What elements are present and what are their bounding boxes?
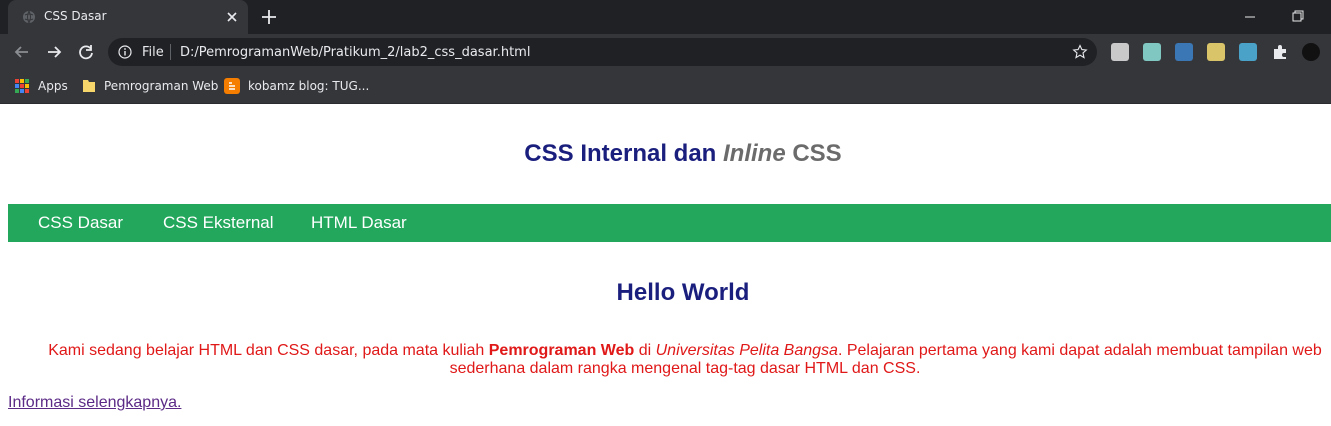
url-scheme-label: File — [142, 45, 164, 60]
globe-icon — [23, 10, 35, 24]
bookmark-pemrograman-web[interactable]: Pemrograman Web — [82, 72, 218, 100]
tab-css-dasar[interactable]: CSS Dasar — [8, 0, 248, 34]
restore-window-icon[interactable] — [1290, 8, 1306, 24]
more-info-link[interactable]: Informasi selengkapnya. — [8, 394, 181, 412]
url-text[interactable]: D:/PemrogramanWeb/Pratikum_2/lab2_css_da… — [180, 45, 530, 60]
hello-heading: Hello World — [616, 279, 750, 306]
bookmark-star-icon[interactable] — [1072, 44, 1088, 60]
bookmark-pemrograman-web-label: Pemrograman Web — [104, 79, 219, 93]
intro-paragraph: Kami sedang belajar HTML dan CSS dasar, … — [40, 342, 1330, 378]
minimize-icon[interactable] — [1242, 9, 1258, 25]
title-part-1: CSS Internal dan — [524, 140, 723, 167]
extension-3-icon[interactable] — [1175, 43, 1193, 61]
nav-link-html-dasar[interactable]: HTML Dasar — [311, 213, 407, 233]
forward-icon[interactable] — [44, 42, 64, 62]
extension-1-icon[interactable] — [1111, 43, 1129, 61]
url-separator — [170, 44, 171, 60]
nav-link-css-eksternal[interactable]: CSS Eksternal — [163, 213, 274, 233]
nav-link-css-dasar[interactable]: CSS Dasar — [38, 213, 123, 233]
title-part-css: CSS — [785, 140, 842, 167]
tab-strip: CSS Dasar — [0, 0, 1331, 34]
bookmarks-bar: Apps Pemrograman Web kobamz blog: TUG... — [0, 70, 1331, 104]
blogger-icon — [224, 78, 240, 94]
bookmark-apps-label: Apps — [38, 79, 68, 93]
extension-5-icon[interactable] — [1239, 43, 1257, 61]
title-part-inline: Inline — [723, 140, 786, 167]
puzzle-extensions-icon[interactable] — [1271, 43, 1289, 61]
address-bar[interactable]: File D:/PemrogramanWeb/Pratikum_2/lab2_c… — [108, 38, 1097, 66]
reload-icon[interactable] — [76, 42, 96, 62]
new-tab-icon[interactable] — [260, 8, 278, 26]
dark-reader-icon[interactable] — [1302, 43, 1320, 61]
bookmark-apps[interactable]: Apps — [14, 72, 68, 100]
extension-4-icon[interactable] — [1207, 43, 1225, 61]
apps-grid-icon — [15, 79, 29, 93]
bookmark-kobamz-blog[interactable]: kobamz blog: TUG... — [224, 72, 369, 100]
folder-icon — [83, 80, 95, 92]
page-content: CSS Internal dan Inline CSS CSS Dasar CS… — [0, 104, 1331, 426]
paragraph-bold-course: Pemrograman Web — [488, 342, 635, 359]
extension-2-icon[interactable] — [1143, 43, 1161, 61]
close-tab-icon[interactable] — [224, 9, 240, 25]
browser-toolbar: File D:/PemrogramanWeb/Pratikum_2/lab2_c… — [0, 34, 1331, 70]
bookmark-kobamz-label: kobamz blog: TUG... — [248, 79, 370, 93]
paragraph-text-1: Kami sedang belajar HTML dan CSS dasar, … — [48, 342, 489, 359]
tab-title: CSS Dasar — [44, 9, 107, 23]
page-title: CSS Internal dan Inline CSS — [0, 140, 1331, 168]
nav-bar: CSS Dasar CSS Eksternal HTML Dasar — [8, 204, 1331, 242]
paragraph-text-2: di — [634, 342, 656, 359]
paragraph-italic-university: Universitas Pelita Bangsa — [655, 342, 838, 359]
back-icon[interactable] — [12, 42, 32, 62]
info-icon[interactable] — [118, 45, 132, 59]
